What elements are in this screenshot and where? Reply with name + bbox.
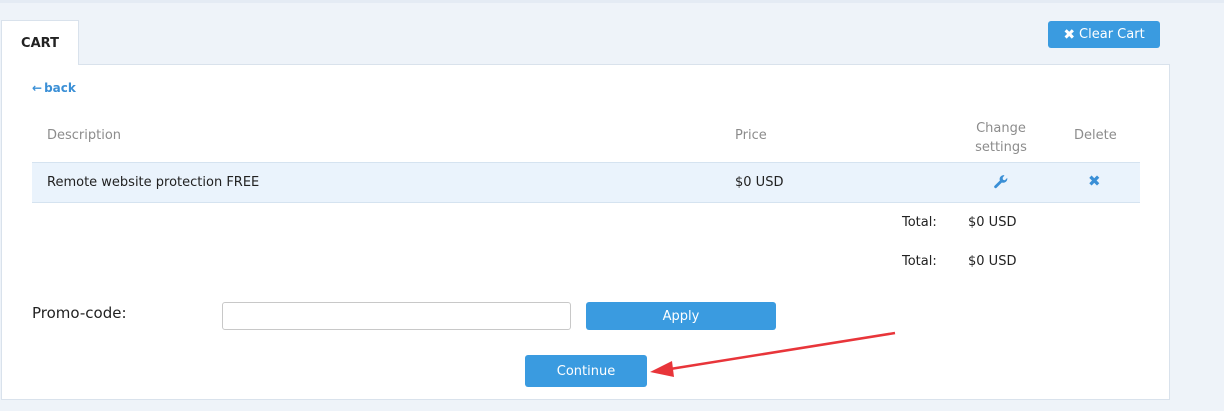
annotation-arrow: [650, 331, 896, 377]
column-header-change-settings: Change settings: [968, 119, 1034, 157]
arrow-left-icon: ←: [32, 81, 43, 95]
tab-cart-label: CART: [21, 35, 59, 51]
grand-total-label: Total:: [902, 254, 937, 269]
column-header-change-settings-line1: Change: [976, 121, 1026, 136]
column-header-description: Description: [47, 128, 122, 143]
row-price: $0 USD: [735, 175, 784, 190]
tab-cart[interactable]: CART: [1, 20, 79, 65]
continue-button[interactable]: Continue: [525, 355, 647, 387]
column-header-delete: Delete: [1074, 128, 1117, 143]
top-divider: [0, 0, 1224, 3]
total-label: Total:: [902, 215, 937, 230]
cart-panel: [1, 64, 1170, 400]
promo-code-label: Promo-code:: [32, 304, 127, 322]
close-icon: ✖: [1063, 26, 1076, 43]
cart-page: CART ✖ Clear Cart ← back Description Pri…: [0, 0, 1224, 411]
back-label: back: [44, 81, 76, 95]
grand-total-value: $0 USD: [968, 254, 1017, 269]
column-header-price: Price: [735, 128, 767, 143]
row-description: Remote website protection FREE: [47, 175, 260, 190]
promo-code-input[interactable]: [222, 302, 571, 330]
clear-cart-button[interactable]: ✖ Clear Cart: [1048, 21, 1160, 48]
table-row: Remote website protection FREE $0 USD ✖: [32, 162, 1140, 203]
clear-cart-label: Clear Cart: [1079, 27, 1145, 42]
total-value: $0 USD: [968, 215, 1017, 230]
delete-icon[interactable]: ✖: [1088, 174, 1101, 189]
wrench-icon[interactable]: [992, 173, 1010, 191]
column-header-change-settings-line2: settings: [975, 140, 1027, 155]
back-link[interactable]: ← back: [32, 81, 76, 95]
